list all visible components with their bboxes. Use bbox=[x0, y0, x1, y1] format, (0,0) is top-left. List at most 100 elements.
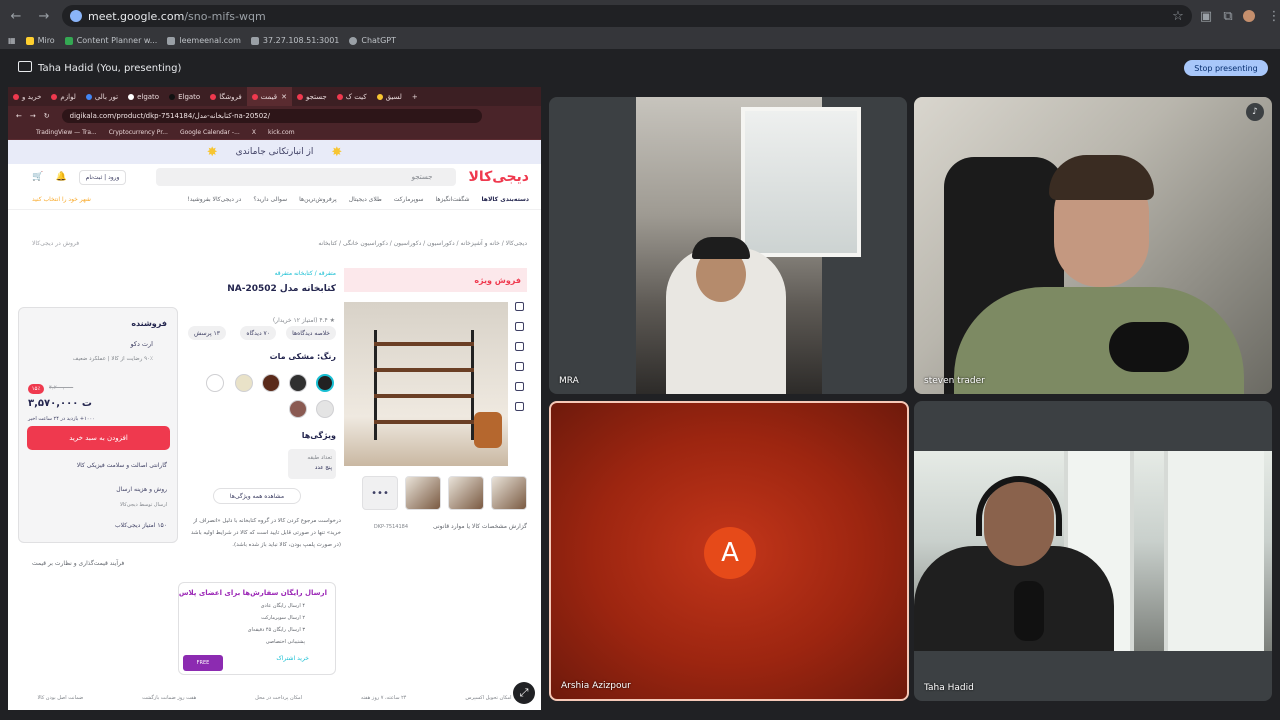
see-all-features-button[interactable]: مشاهده همه ویژگی‌ها bbox=[213, 488, 301, 504]
old-price: ۴,۲۰۰,۰۰۰ bbox=[49, 385, 74, 391]
participant-tile-steven[interactable]: ♪ steven trader bbox=[914, 97, 1272, 394]
shared-tab[interactable]: فروشگا bbox=[205, 93, 246, 101]
forward-icon[interactable]: → bbox=[32, 4, 56, 28]
swatch-cream[interactable] bbox=[235, 374, 253, 392]
swatch-brown[interactable] bbox=[262, 374, 280, 392]
participant-tile-mra[interactable]: MRA bbox=[549, 97, 907, 394]
stop-presenting-button[interactable]: Stop presenting bbox=[1184, 60, 1268, 76]
share-icon[interactable] bbox=[515, 322, 524, 331]
heart-icon[interactable] bbox=[515, 302, 524, 311]
headphones bbox=[976, 476, 1062, 536]
nav-bestsellers[interactable]: پرفروش‌ترین‌ها bbox=[299, 196, 337, 203]
cart-icon[interactable]: 🛒 bbox=[32, 172, 43, 182]
close-icon[interactable]: ✕ bbox=[281, 93, 287, 101]
shared-tab[interactable]: جستجو bbox=[292, 93, 332, 101]
product-image[interactable] bbox=[344, 302, 508, 466]
nav-faq[interactable]: سوالی دارید؟ bbox=[253, 196, 287, 203]
shared-address-bar[interactable]: digikala.com/product/dkp-7514184/کتابخان… bbox=[61, 109, 482, 123]
breadcrumb[interactable]: دیجی‌کالا / خانه و آشپزخانه / دکوراسیون … bbox=[318, 240, 527, 247]
nav-supermarket[interactable]: سوپرمارکت bbox=[394, 196, 424, 203]
buy-subscription-link[interactable]: خرید اشتراک bbox=[276, 655, 309, 662]
list-icon[interactable] bbox=[515, 402, 524, 411]
bookmark-miro[interactable]: Miro bbox=[25, 36, 55, 45]
menu-icon[interactable]: ⋮ bbox=[1262, 4, 1280, 28]
participant-tile-arshia[interactable]: A Arshia Azizpour bbox=[549, 401, 909, 701]
shipping-row[interactable]: روش و هزینه ارسال bbox=[116, 486, 167, 493]
reviews-summary-chip[interactable]: خلاصه دیدگاه‌ها bbox=[286, 326, 336, 340]
store-search-input[interactable]: جستجو bbox=[156, 168, 457, 186]
shared-tab[interactable]: خرید و bbox=[8, 93, 46, 101]
shared-tab[interactable]: elgato bbox=[123, 93, 164, 101]
bookmark-x[interactable]: X bbox=[252, 129, 256, 136]
shared-tab[interactable]: لسیق bbox=[372, 93, 407, 101]
tab-favicon bbox=[128, 93, 135, 100]
seller-name[interactable]: ارت دکو bbox=[131, 340, 153, 348]
promo-banner[interactable]: ✸ از انبارتکانی جاماندی ✸ bbox=[8, 140, 541, 164]
shared-tab[interactable]: Elgato bbox=[164, 93, 205, 101]
login-button[interactable]: ورود | ثبت‌نام bbox=[78, 169, 127, 185]
swatch-rose[interactable] bbox=[289, 400, 307, 418]
back-icon[interactable]: ← bbox=[4, 4, 28, 28]
extension-icon[interactable]: ▣ bbox=[1194, 4, 1218, 28]
thumbnail[interactable] bbox=[448, 476, 484, 510]
swatch-white[interactable] bbox=[206, 374, 224, 392]
shared-tab[interactable]: تور بالی bbox=[81, 93, 123, 101]
bookmark-star-icon[interactable]: ☆ bbox=[1166, 4, 1190, 28]
new-tab-icon[interactable]: + bbox=[407, 93, 423, 101]
compare-icon[interactable] bbox=[515, 382, 524, 391]
shared-tab-active[interactable]: قیمت ✕ bbox=[246, 87, 292, 106]
bookmark-calendar[interactable]: Google Calendar -... bbox=[180, 129, 240, 136]
nav-categories[interactable]: دسته‌بندی کالاها bbox=[482, 196, 529, 203]
tab-label: Elgato bbox=[178, 92, 201, 101]
bookmark-kick[interactable]: kick.com bbox=[268, 129, 295, 136]
thumbnail-strip: ••• bbox=[355, 476, 527, 510]
reviews-chip[interactable]: ۷۰ دیدگاه bbox=[240, 326, 276, 340]
plus-item: ۴ ارسال رایگان عادی bbox=[260, 603, 305, 609]
feature-key: تعداد طبقه bbox=[307, 455, 332, 461]
address-bar[interactable]: meet.google.com/sno-mifs-wqm bbox=[62, 5, 1192, 27]
questions-chip[interactable]: ۱۳ پرسش bbox=[187, 326, 226, 340]
alert-icon[interactable] bbox=[515, 342, 524, 351]
bookmark-chatgpt[interactable]: ChatGPT bbox=[349, 36, 396, 45]
buy-box: فروشنده ارت دکو ۹۰٪ رضایت از کالا | عملک… bbox=[18, 307, 178, 543]
swatch-gray[interactable] bbox=[316, 400, 334, 418]
presenting-bar: Taha Hadid (You, presenting) Stop presen… bbox=[8, 58, 1272, 78]
tab-search-icon[interactable]: ⧉ bbox=[1216, 4, 1240, 28]
price-process-link[interactable]: فرآیند قیمت‌گذاری و نظارت بر قیمت bbox=[32, 560, 124, 567]
swatch-black-selected[interactable] bbox=[316, 374, 334, 392]
guarantee-row[interactable]: گارانتی اصالت و سلامت فیزیکی کالا bbox=[77, 462, 167, 469]
participant-tile-taha[interactable]: Taha Hadid bbox=[914, 401, 1272, 701]
profile-avatar[interactable] bbox=[1243, 10, 1255, 22]
report-link[interactable]: گزارش مشخصات کالا یا موارد قانونی bbox=[433, 523, 527, 530]
nav-amazing[interactable]: شگفت‌انگیزها bbox=[436, 196, 470, 203]
plus-promo: ارسال رایگان سفارش‌ها برای اعضای پلاس ۴ … bbox=[178, 582, 336, 675]
site-info-icon[interactable] bbox=[70, 10, 82, 22]
shared-tab[interactable]: کیت ک bbox=[332, 93, 372, 101]
thumbnail[interactable] bbox=[491, 476, 527, 510]
shared-tab[interactable]: لوازم bbox=[46, 93, 80, 101]
person-body bbox=[954, 287, 1244, 394]
reload-icon[interactable]: ↻ bbox=[44, 112, 50, 120]
expand-icon[interactable]: ⤢ bbox=[513, 682, 535, 704]
product-category[interactable]: متفرقه / کتابخانه متفرقه bbox=[275, 270, 336, 277]
bell-icon[interactable]: 🔔 bbox=[55, 172, 66, 182]
nav-sell[interactable]: در دیجی‌کالا بفروشید! bbox=[187, 196, 241, 203]
bookmark-content-planner[interactable]: Content Planner w... bbox=[64, 36, 157, 45]
chart-icon[interactable] bbox=[515, 362, 524, 371]
nav-gold[interactable]: طلای دیجیتال bbox=[349, 196, 382, 203]
sell-link[interactable]: فروش در دیجی‌کالا bbox=[32, 240, 79, 247]
bookmark-leemeenal[interactable]: leemeenal.com bbox=[167, 36, 241, 45]
back-icon[interactable]: ← bbox=[16, 112, 22, 120]
forward-icon[interactable]: → bbox=[30, 112, 36, 120]
rating-stats[interactable]: ★ ۴.۴ (امتیاز ۱۲ خریدار) bbox=[273, 317, 335, 324]
swatch-dark[interactable] bbox=[289, 374, 307, 392]
add-to-cart-button[interactable]: افزودن به سبد خرید bbox=[27, 426, 170, 450]
thumbnail[interactable] bbox=[405, 476, 441, 510]
bookmark-tradingview[interactable]: TradingView — Tra... bbox=[36, 129, 97, 136]
city-selector[interactable]: شهر خود را انتخاب کنید bbox=[32, 196, 91, 203]
more-thumbnails-button[interactable]: ••• bbox=[362, 476, 398, 510]
bookmark-crypto[interactable]: Cryptocurrency Pr... bbox=[109, 129, 168, 136]
apps-icon[interactable]: ▦ bbox=[8, 36, 16, 45]
store-logo[interactable]: دیجی‌کالا bbox=[468, 169, 529, 185]
bookmark-ip[interactable]: 37.27.108.51:3001 bbox=[250, 36, 339, 45]
